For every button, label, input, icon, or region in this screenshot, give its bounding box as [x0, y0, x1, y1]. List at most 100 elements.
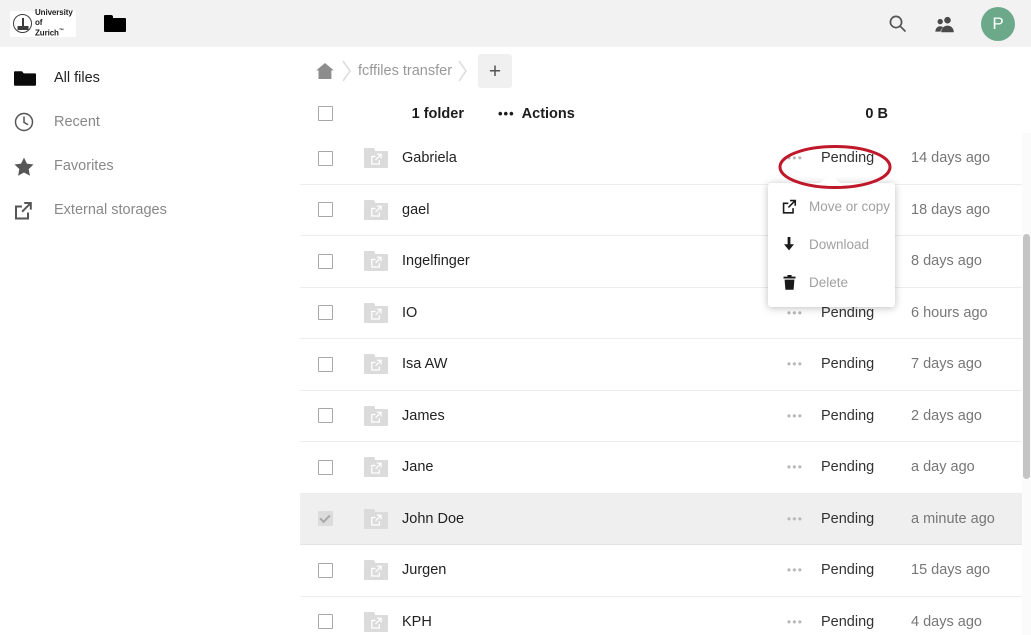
row-actions-icon[interactable]: •••	[787, 409, 803, 423]
files-folder-icon[interactable]	[104, 15, 126, 32]
row-status: Pending	[821, 304, 875, 321]
row-date: 4 days ago	[911, 613, 982, 630]
row-checkbox[interactable]	[317, 562, 333, 578]
menu-item-download[interactable]: Download	[768, 225, 895, 263]
shared-folder-icon	[350, 251, 402, 272]
controls-bar: fcffiles transfer +	[300, 47, 1031, 95]
row-checkbox-cell[interactable]	[300, 150, 350, 166]
sidebar-item-label: Favorites	[54, 158, 114, 174]
logo-line-1: University of	[35, 8, 73, 27]
row-checkbox-cell[interactable]	[300, 562, 350, 578]
row-date: 18 days ago	[911, 201, 991, 218]
row-date: 6 hours ago	[911, 304, 988, 321]
row-actions-icon[interactable]: •••	[787, 615, 803, 629]
sidebar-item-label: All files	[54, 70, 100, 86]
sidebar-item-all-files[interactable]: All files	[0, 56, 300, 100]
menu-item-delete[interactable]: Delete	[768, 263, 895, 301]
row-checkbox[interactable]	[317, 202, 333, 218]
file-name[interactable]: Jane	[402, 459, 433, 475]
row-status: Pending	[821, 613, 875, 630]
university-seal-icon	[13, 14, 32, 33]
file-name[interactable]: KPH	[402, 614, 432, 630]
header-actions: P	[873, 0, 1031, 47]
row-checkbox-cell[interactable]	[300, 408, 350, 424]
actions-button[interactable]: ••• Actions	[498, 106, 575, 122]
university-logo-text: University of Zurich™	[35, 8, 73, 38]
breadcrumb-separator	[456, 56, 470, 86]
table-row[interactable]: KPH ••• Pending 4 days ago	[300, 596, 1031, 635]
scrollbar-track[interactable]	[1022, 47, 1031, 635]
contacts-people-icon[interactable]	[921, 0, 969, 47]
row-actions-icon[interactable]: •••	[787, 563, 803, 577]
file-name[interactable]: Isa AW	[402, 356, 447, 372]
sidebar: All files Recent Favorites External stor…	[0, 47, 300, 635]
shared-folder-icon	[350, 457, 402, 478]
row-actions-icon[interactable]: •••	[787, 460, 803, 474]
row-actions-icon[interactable]: •••	[787, 306, 803, 320]
sidebar-item-recent[interactable]: Recent	[0, 100, 300, 144]
row-checkbox[interactable]	[317, 408, 333, 424]
breadcrumb-folder[interactable]: fcffiles transfer	[354, 63, 456, 79]
file-name[interactable]: gael	[402, 202, 429, 218]
row-actions-icon[interactable]: •••	[787, 151, 803, 165]
row-checkbox[interactable]	[317, 356, 333, 372]
shared-folder-icon	[350, 560, 402, 581]
file-name[interactable]: IO	[402, 305, 417, 321]
row-date: 7 days ago	[911, 356, 982, 373]
row-date: 15 days ago	[911, 562, 991, 579]
row-checkbox-cell[interactable]	[300, 253, 350, 269]
university-logo[interactable]: University of Zurich™	[10, 8, 76, 38]
avatar-initial: P	[992, 13, 1004, 33]
menu-item-label: Delete	[809, 274, 849, 290]
file-name[interactable]: John Doe	[402, 511, 464, 527]
row-checkbox-cell[interactable]	[300, 459, 350, 475]
active-app-caret	[111, 47, 133, 56]
row-date: 8 days ago	[911, 253, 982, 270]
file-name[interactable]: Gabriela	[402, 150, 457, 166]
table-row[interactable]: gael•••Pending18 days ago	[300, 184, 1031, 236]
row-checkbox-cell[interactable]	[300, 305, 350, 321]
row-checkbox[interactable]	[317, 459, 333, 475]
folder-icon	[14, 67, 40, 89]
row-checkbox[interactable]	[317, 511, 333, 527]
file-name[interactable]: Ingelfinger	[402, 253, 470, 269]
row-checkbox[interactable]	[317, 253, 333, 269]
breadcrumb-separator	[340, 56, 354, 86]
scrollbar-thumb[interactable]	[1023, 234, 1030, 479]
file-name[interactable]: James	[402, 408, 445, 424]
table-row[interactable]: Gabriela ••• Pending 14 days ago	[300, 133, 1031, 185]
new-item-button[interactable]: +	[478, 54, 513, 88]
sidebar-item-external-storages[interactable]: External storages	[0, 188, 300, 232]
table-row[interactable]: James ••• Pending 2 days ago	[300, 390, 1031, 442]
table-row[interactable]: Jurgen ••• Pending 15 days ago	[300, 545, 1031, 597]
row-status: Pending	[821, 150, 875, 167]
row-checkbox[interactable]	[317, 614, 333, 630]
row-checkbox-cell[interactable]	[300, 614, 350, 630]
sidebar-item-favorites[interactable]: Favorites	[0, 144, 300, 188]
select-all-checkbox[interactable]	[317, 106, 333, 121]
table-row[interactable]: John Doe ••• Pending a minute ago	[300, 493, 1031, 545]
row-checkbox-cell[interactable]	[300, 202, 350, 218]
row-checkbox[interactable]	[317, 305, 333, 321]
trash-icon	[781, 274, 797, 290]
row-date: a day ago	[911, 459, 975, 476]
shared-folder-icon	[350, 302, 402, 323]
table-row[interactable]: Isa AW ••• Pending 7 days ago	[300, 339, 1031, 391]
table-row[interactable]: Ingelfinger•••Pending8 days ago	[300, 236, 1031, 288]
shared-folder-icon	[350, 611, 402, 632]
row-checkbox[interactable]	[317, 150, 333, 166]
files-table: Fur Hubert ••• Pending 14 days ago 1 fol…	[300, 95, 1031, 635]
file-name[interactable]: Jurgen	[402, 562, 446, 578]
table-row[interactable]: IO ••• Pending 6 hours ago	[300, 287, 1031, 339]
file-list-area: fcffiles transfer + Fur Hubert ••• Pendi…	[300, 47, 1031, 635]
avatar[interactable]: P	[981, 6, 1015, 41]
table-row[interactable]: Jane ••• Pending a day ago	[300, 442, 1031, 494]
row-checkbox-cell[interactable]	[300, 511, 350, 527]
home-icon[interactable]	[310, 56, 340, 86]
row-status: Pending	[821, 356, 875, 373]
row-checkbox-cell[interactable]	[300, 356, 350, 372]
row-actions-icon[interactable]: •••	[787, 357, 803, 371]
row-actions-icon[interactable]: •••	[787, 512, 803, 526]
search-icon[interactable]	[873, 0, 921, 47]
menu-item-move-or-copy[interactable]: Move or copy	[768, 187, 895, 225]
